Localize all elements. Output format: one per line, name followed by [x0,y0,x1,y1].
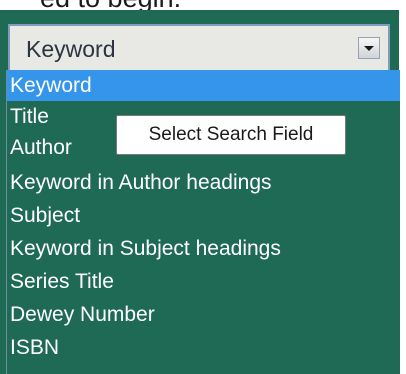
option-subject[interactable]: Subject [7,200,400,231]
option-keyword-in-author-headings[interactable]: Keyword in Author headings [7,167,400,198]
chevron-down-icon[interactable] [358,37,380,59]
search-field-select[interactable]: Keyword [8,24,390,74]
tooltip: Select Search Field [116,115,346,155]
select-value: Keyword [26,36,116,62]
option-keyword-in-subject-headings[interactable]: Keyword in Subject headings [7,233,400,264]
option-series-title[interactable]: Series Title [7,266,400,297]
option-dewey-number[interactable]: Dewey Number [7,299,400,330]
intro-text: ed to begin. [0,0,406,12]
option-isbn[interactable]: ISBN [7,332,400,363]
option-keyword[interactable]: Keyword [7,70,400,101]
